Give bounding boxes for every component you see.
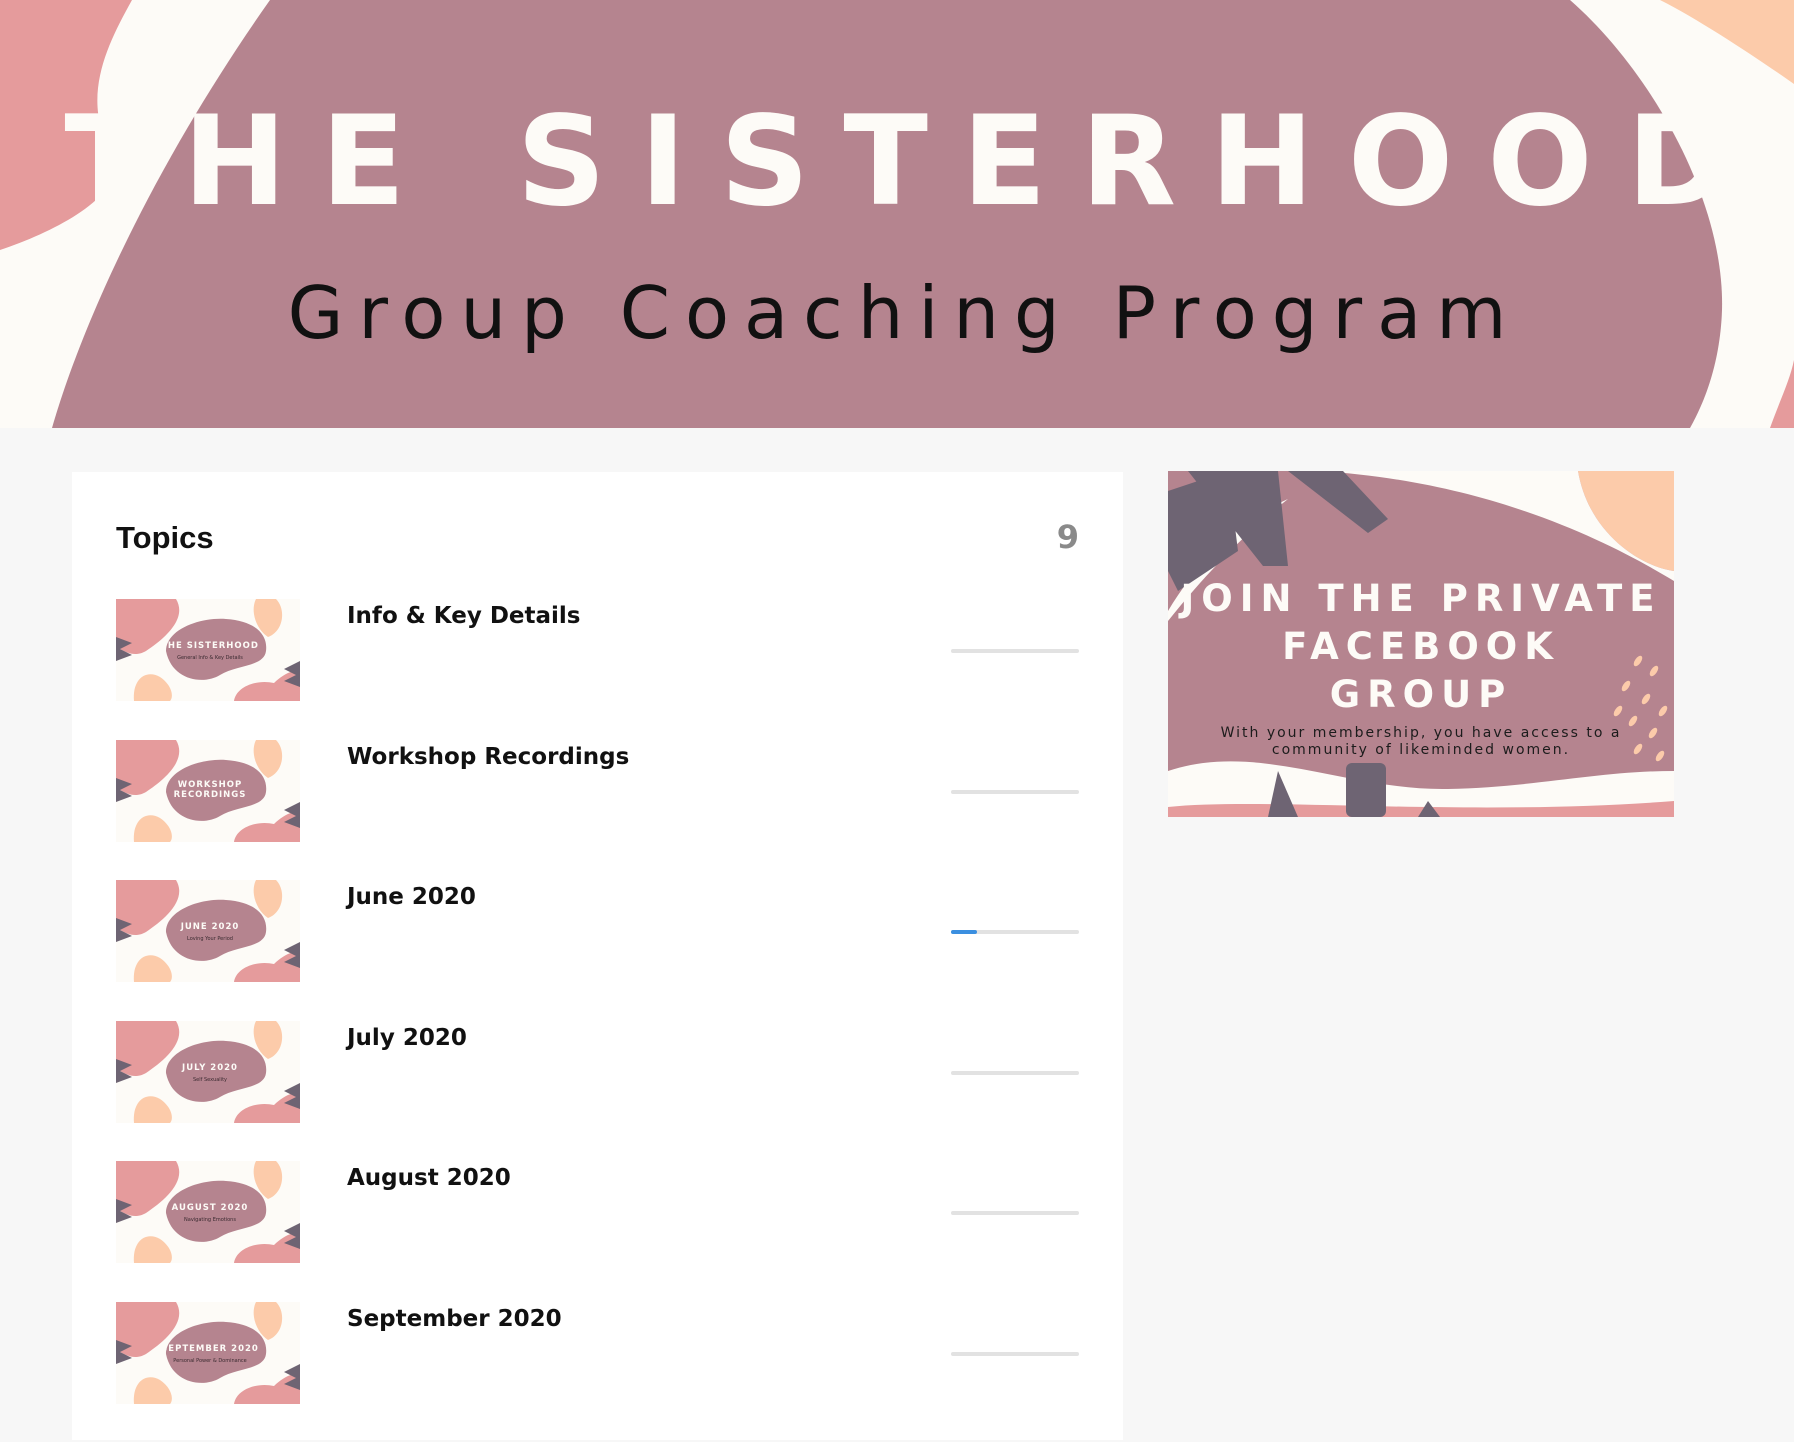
topic-progress-track [951, 649, 1079, 653]
thumb-subtitle: Loving Your Period [187, 936, 233, 942]
thumb-title: WORKSHOP [178, 780, 242, 790]
topic-row[interactable]: SEPTEMBER 2020 Personal Power & Dominanc… [116, 1301, 1079, 1404]
topics-card: Topics 9 THE SISTERHOOD General Info & K… [72, 472, 1123, 1440]
topic-thumbnail[interactable]: WORKSHOP RECORDINGS [116, 739, 300, 842]
topic-row[interactable]: WORKSHOP RECORDINGS Workshop Recordings [116, 739, 1079, 842]
facebook-group-promo[interactable]: JOIN THE PRIVATE FACEBOOK GROUP With you… [1168, 471, 1674, 817]
topic-thumbnail[interactable]: JULY 2020 Self Sexuality [116, 1020, 300, 1123]
topic-title[interactable]: September 2020 [347, 1306, 562, 1332]
thumb-title: JULY 2020 [181, 1063, 238, 1073]
topic-progress-fill [951, 930, 977, 934]
hero-banner: THE SISTERHOOD Group Coaching Program [0, 0, 1794, 428]
thumb-subtitle: Personal Power & Dominance [173, 1358, 246, 1364]
topic-title[interactable]: Info & Key Details [347, 603, 581, 629]
promo-title: JOIN THE PRIVATE FACEBOOK GROUP [1168, 575, 1674, 719]
thumb-subtitle: General Info & Key Details [177, 655, 243, 661]
hero-title: THE SISTERHOOD [64, 90, 1764, 234]
topic-progress-track [951, 1211, 1079, 1215]
topic-progress-track [951, 1351, 1079, 1356]
promo-title-line-2: FACEBOOK [1282, 625, 1560, 668]
thumb-title: JUNE 2020 [180, 922, 240, 932]
topic-progress-track [951, 930, 1079, 934]
topic-row[interactable]: THE SISTERHOOD General Info & Key Detail… [116, 599, 1079, 701]
promo-title-line-3: GROUP [1329, 673, 1513, 716]
topic-list: THE SISTERHOOD General Info & Key Detail… [116, 599, 1079, 1442]
topic-progress-track [951, 1070, 1079, 1075]
topic-title[interactable]: Workshop Recordings [347, 744, 629, 770]
topic-row[interactable]: JULY 2020 Self Sexuality July 2020 [116, 1020, 1079, 1123]
topic-thumbnail[interactable]: JUNE 2020 Loving Your Period [116, 880, 300, 982]
topic-thumbnail[interactable]: THE SISTERHOOD General Info & Key Detail… [116, 599, 300, 701]
thumb-title: SEPTEMBER 2020 [161, 1344, 259, 1354]
topic-title[interactable]: June 2020 [347, 884, 476, 910]
topic-progress-track [951, 789, 1079, 794]
topic-thumbnail[interactable]: SEPTEMBER 2020 Personal Power & Dominanc… [116, 1301, 300, 1404]
topics-heading: Topics [116, 520, 214, 555]
hero-subtitle: Group Coaching Program [287, 271, 1522, 355]
thumb-title: THE SISTERHOOD [161, 641, 259, 651]
topic-title[interactable]: July 2020 [347, 1025, 467, 1051]
topics-count: 9 [1056, 518, 1079, 556]
promo-title-line-1: JOIN THE PRIVATE [1180, 577, 1662, 620]
topic-row[interactable]: AUGUST 2020 Navigating Emotions August 2… [116, 1161, 1079, 1263]
promo-description: With your membership, you have access to… [1220, 725, 1622, 758]
thumb-subtitle: RECORDINGS [174, 790, 247, 800]
thumb-title: AUGUST 2020 [172, 1203, 249, 1213]
thumb-subtitle: Self Sexuality [193, 1077, 227, 1083]
topic-thumbnail[interactable]: AUGUST 2020 Navigating Emotions [116, 1161, 300, 1263]
topic-row[interactable]: JUNE 2020 Loving Your Period June 2020 [116, 880, 1079, 982]
thumb-subtitle: Navigating Emotions [184, 1217, 236, 1223]
topic-title[interactable]: August 2020 [347, 1165, 511, 1191]
